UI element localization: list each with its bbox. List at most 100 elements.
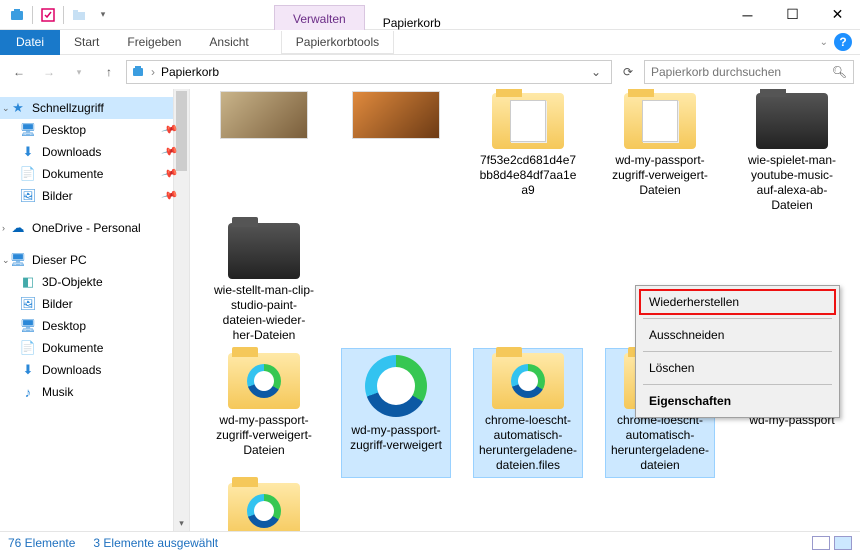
window-title: Papierkorb <box>365 16 459 30</box>
help-icon[interactable]: ? <box>834 33 852 51</box>
file-item[interactable]: wd-my-passport-zugriff-verweigert-Dateie… <box>606 89 714 217</box>
ctx-separator <box>643 384 832 385</box>
properties-icon[interactable] <box>37 4 59 26</box>
chevron-down-icon[interactable]: ⌄ <box>2 103 10 114</box>
new-folder-icon[interactable] <box>68 4 90 26</box>
sidebar-item-label: Dieser PC <box>32 253 87 267</box>
file-item-label: wie-spielet-man-youtube-music-auf-alexa-… <box>742 153 842 213</box>
pictures-icon: 🖼 <box>20 296 36 312</box>
image-thumbnail <box>220 91 308 139</box>
ctx-separator <box>643 351 832 352</box>
recent-dropdown-icon[interactable]: ▾ <box>66 59 92 85</box>
pictures-icon: 🖼 <box>20 188 36 204</box>
sidebar-item-downloads2[interactable]: ⬇Downloads <box>0 359 189 381</box>
sidebar-item-3d[interactable]: ◧3D-Objekte <box>0 271 189 293</box>
desktop-icon: 🖥 <box>20 122 36 138</box>
sidebar-item-label: Musik <box>42 385 73 399</box>
ribbon-tab-view[interactable]: Ansicht <box>195 31 262 53</box>
ribbon-tabs: Datei Start Freigeben Ansicht Papierkorb… <box>0 30 860 55</box>
search-input[interactable] <box>651 65 832 79</box>
back-button[interactable]: ← <box>6 59 32 85</box>
file-item[interactable] <box>210 89 318 217</box>
sidebar-item-label: Downloads <box>42 363 101 377</box>
file-item[interactable]: wie-stellt-man-clip-studio-paint-dateien… <box>210 219 318 347</box>
forward-button[interactable]: → <box>36 59 62 85</box>
status-selected-count: 3 Elemente ausgewählt <box>93 536 218 550</box>
file-item[interactable]: wd-my-passport-zugriff-verweigert <box>342 349 450 477</box>
ctx-cut[interactable]: Ausschneiden <box>639 322 836 348</box>
ribbon-tab-share[interactable]: Freigeben <box>113 31 195 53</box>
folder-icon <box>228 223 300 279</box>
search-box[interactable]: 🔍︎ <box>644 60 854 84</box>
sidebar-item-label: Desktop <box>42 123 86 137</box>
sidebar-onedrive[interactable]: › ☁ OneDrive - Personal <box>0 217 189 239</box>
manage-tab[interactable]: Verwalten <box>274 5 365 30</box>
up-button[interactable]: ↑ <box>96 59 122 85</box>
sidebar-item-music[interactable]: ♪ Musik <box>0 381 189 403</box>
search-icon[interactable]: 🔍︎ <box>832 65 847 79</box>
maximize-button[interactable]: ☐ <box>770 0 815 30</box>
navigation-pane: ▴ ▾ ⌄ ★ Schnellzugriff 🖥Desktop📌 ⬇Downlo… <box>0 89 190 531</box>
pin-recycle-icon[interactable] <box>6 4 28 26</box>
file-tab[interactable]: Datei <box>0 30 60 55</box>
desktop-icon: 🖥 <box>20 318 36 334</box>
folder-icon <box>228 353 300 409</box>
sidebar-item-label: 3D-Objekte <box>42 275 103 289</box>
sidebar-item-desktop[interactable]: 🖥Desktop📌 <box>0 119 189 141</box>
view-details-button[interactable] <box>812 536 830 550</box>
image-thumbnail <box>352 91 440 139</box>
documents-icon: 📄 <box>20 340 36 356</box>
sidebar-item-pictures[interactable]: 🖼Bilder📌 <box>0 185 189 207</box>
file-item-label: wd-my-passport-zugriff-verweigert-Dateie… <box>610 153 710 198</box>
recycle-bin-icon <box>131 64 145 81</box>
music-icon: ♪ <box>20 384 36 400</box>
file-item[interactable] <box>342 89 450 217</box>
ctx-restore[interactable]: Wiederherstellen <box>639 289 836 315</box>
sidebar-item-downloads[interactable]: ⬇Downloads📌 <box>0 141 189 163</box>
ribbon-tab-start[interactable]: Start <box>60 31 113 53</box>
address-dropdown-icon[interactable]: ⌄ <box>585 65 607 79</box>
edge-icon <box>365 355 427 417</box>
chevron-right-icon[interactable]: › <box>2 223 5 233</box>
sidebar-item-label: Desktop <box>42 319 86 333</box>
ctx-properties[interactable]: Eigenschaften <box>639 388 836 414</box>
sidebar-item-documents2[interactable]: 📄 Dokumente <box>0 337 189 359</box>
refresh-button[interactable]: ⟳ <box>616 60 640 84</box>
sidebar-item-desktop2[interactable]: 🖥 Desktop <box>0 315 189 337</box>
file-item[interactable]: wie-stellt-man-clip-studio-paint-dateien… <box>210 479 318 531</box>
sidebar-item-label: Dokumente <box>42 341 103 355</box>
sidebar-item-pictures2[interactable]: 🖼 Bilder <box>0 293 189 315</box>
path-separator-icon: › <box>151 65 155 79</box>
file-item-label: chrome-loescht-automatisch-heruntergelad… <box>478 413 578 473</box>
sidebar-item-label: Bilder <box>42 297 73 311</box>
folder-icon <box>492 93 564 149</box>
ribbon-expand-icon[interactable]: ⌄ <box>820 37 828 48</box>
view-icons-button[interactable] <box>834 536 852 550</box>
minimize-button[interactable]: ─ <box>725 0 770 30</box>
sidebar-item-label: OneDrive - Personal <box>32 221 141 235</box>
address-bar[interactable]: › Papierkorb ⌄ <box>126 60 612 84</box>
ribbon-tab-tools[interactable]: Papierkorbtools <box>281 31 394 54</box>
file-item[interactable]: wie-spielet-man-youtube-music-auf-alexa-… <box>738 89 846 217</box>
file-item-label: wd-my-passport-zugriff-verweigert-Dateie… <box>214 413 314 458</box>
status-bar: 76 Elemente 3 Elemente ausgewählt <box>0 531 860 553</box>
qat-dropdown-icon[interactable]: ▾ <box>92 4 114 26</box>
file-item[interactable]: wd-my-passport-zugriff-verweigert-Dateie… <box>210 349 318 477</box>
sidebar-this-pc[interactable]: ⌄ 🖥 Dieser PC <box>0 249 189 271</box>
ctx-delete[interactable]: Löschen <box>639 355 836 381</box>
context-menu: Wiederherstellen Ausschneiden Löschen Ei… <box>635 285 840 418</box>
sidebar-quick-access[interactable]: ⌄ ★ Schnellzugriff <box>0 97 189 119</box>
file-item-label: wd-my-passport-zugriff-verweigert <box>346 423 446 453</box>
downloads-icon: ⬇ <box>20 144 36 160</box>
close-button[interactable]: ✕ <box>815 0 860 30</box>
quick-access-toolbar: ▾ <box>0 4 114 26</box>
sidebar-item-documents[interactable]: 📄Dokumente📌 <box>0 163 189 185</box>
file-item-label: wie-stellt-man-clip-studio-paint-dateien… <box>214 283 314 343</box>
chevron-down-icon[interactable]: ⌄ <box>2 255 10 266</box>
file-item-label: chrome-loescht-automatisch-heruntergelad… <box>610 413 710 473</box>
file-item[interactable]: 7f53e2cd681d4e7bb8d4e84df7aa1ea9 <box>474 89 582 217</box>
folder-icon <box>492 353 564 409</box>
folder-icon <box>228 483 300 531</box>
status-item-count: 76 Elemente <box>8 536 75 550</box>
file-item[interactable]: chrome-loescht-automatisch-heruntergelad… <box>474 349 582 477</box>
